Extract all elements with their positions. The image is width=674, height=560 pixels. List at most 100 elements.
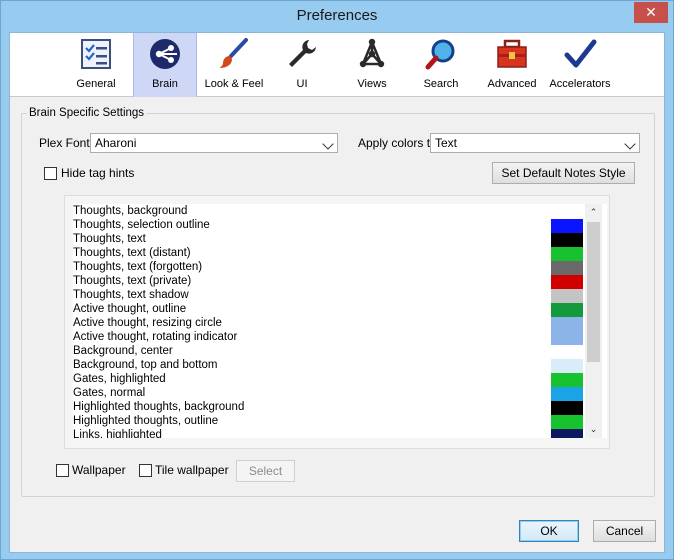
wallpaper-checkbox[interactable] <box>56 464 69 477</box>
list-item-label: Thoughts, text (distant) <box>73 247 191 259</box>
list-item[interactable]: Highlighted thoughts, background <box>73 401 607 415</box>
color-swatch[interactable] <box>551 317 583 331</box>
group-title: Brain Specific Settings <box>27 107 147 119</box>
tab-brain[interactable]: Brain <box>133 33 197 97</box>
list-item-label: Thoughts, background <box>73 205 188 217</box>
list-item-label: Active thought, rotating indicator <box>73 331 238 343</box>
tile-wallpaper-checkbox[interactable] <box>139 464 152 477</box>
checklist-icon <box>81 39 111 69</box>
list-item[interactable]: Gates, normal <box>73 387 607 401</box>
list-item-label: Highlighted thoughts, background <box>73 401 245 413</box>
wrench-icon <box>289 40 316 67</box>
list-item[interactable]: Highlighted thoughts, outline <box>73 415 607 429</box>
color-swatch[interactable] <box>551 303 583 317</box>
list-item-label: Background, center <box>73 345 173 357</box>
color-swatch[interactable] <box>551 373 583 387</box>
color-swatch[interactable] <box>551 359 583 373</box>
list-item-label: Thoughts, text <box>73 233 146 245</box>
list-item[interactable]: Thoughts, text (distant) <box>73 247 607 261</box>
color-swatch[interactable] <box>551 205 583 219</box>
set-default-notes-style-button[interactable]: Set Default Notes Style <box>492 162 635 184</box>
tile-wallpaper-label: Tile wallpaper <box>155 463 229 477</box>
window-title: Preferences <box>296 7 378 24</box>
tab-ui-label: UI <box>296 78 308 90</box>
color-swatch[interactable] <box>551 387 583 401</box>
tab-brain-label: Brain <box>152 78 178 90</box>
list-item[interactable]: Gates, highlighted <box>73 373 607 387</box>
title-bar[interactable]: Preferences ✕ <box>1 1 673 31</box>
list-item-label: Active thought, outline <box>73 303 187 315</box>
list-item[interactable]: Thoughts, text (forgotten) <box>73 261 607 275</box>
list-item-label: Thoughts, selection outline <box>73 219 210 231</box>
color-swatch[interactable] <box>551 429 583 438</box>
list-item[interactable]: Active thought, resizing circle <box>73 317 607 331</box>
select-wallpaper-button[interactable]: Select <box>236 460 295 482</box>
list-item[interactable]: Thoughts, text shadow <box>73 289 607 303</box>
list-scrollbar[interactable]: ⌃ ⌄ <box>585 204 602 438</box>
list-item-label: Thoughts, text (forgotten) <box>73 261 203 273</box>
tab-search[interactable]: Search <box>410 33 472 97</box>
list-item-label: Highlighted thoughts, outline <box>73 415 219 427</box>
chevron-up-icon: ⌃ <box>589 207 598 217</box>
apply-colors-value: Text <box>435 136 458 150</box>
hide-tag-hints-checkbox[interactable] <box>44 167 57 180</box>
toolbox-icon <box>497 39 527 68</box>
tab-views[interactable]: Views <box>341 33 403 97</box>
list-item[interactable]: Thoughts, text <box>73 233 607 247</box>
tab-accelerators[interactable]: Accelerators <box>546 33 614 97</box>
apply-colors-select[interactable]: Text <box>430 133 640 153</box>
plex-font-label: Plex Font <box>39 136 90 150</box>
tab-general[interactable]: General <box>66 33 126 97</box>
list-item[interactable]: Background, center <box>73 345 607 359</box>
list-item-label: Gates, normal <box>73 387 146 399</box>
color-settings-list: Thoughts, background Thoughts, selection … <box>64 195 610 449</box>
ok-button[interactable]: OK <box>519 520 579 542</box>
list-item-label: Links, highlighted <box>73 429 162 438</box>
dialog-client-area: General Brain Look & Feel UI Views Searc… <box>9 32 665 553</box>
list-item[interactable]: Thoughts, text (private) <box>73 275 607 289</box>
scroll-up-button[interactable]: ⌃ <box>585 204 602 221</box>
color-swatch[interactable] <box>551 233 583 247</box>
list-item[interactable]: Active thought, outline <box>73 303 607 317</box>
color-swatch[interactable] <box>551 415 583 429</box>
list-item[interactable]: Thoughts, background <box>73 205 607 219</box>
chevron-down-icon: ⌄ <box>589 424 598 434</box>
tab-ui[interactable]: UI <box>272 33 332 97</box>
brain-icon <box>150 39 180 69</box>
list-item[interactable]: Links, highlighted <box>73 429 607 438</box>
tab-general-label: General <box>76 78 116 90</box>
list-item[interactable]: Active thought, rotating indicator <box>73 331 607 345</box>
tab-advanced[interactable]: Advanced <box>480 33 544 97</box>
hide-tag-hints-label: Hide tag hints <box>61 166 135 180</box>
color-swatch[interactable] <box>551 247 583 261</box>
cancel-button[interactable]: Cancel <box>593 520 656 542</box>
color-swatch[interactable] <box>551 219 583 233</box>
magnifier-icon <box>425 39 455 70</box>
color-swatch[interactable] <box>551 261 583 275</box>
list-item-label: Active thought, resizing circle <box>73 317 222 329</box>
chevron-down-icon <box>322 138 334 150</box>
list-item-label: Background, top and bottom <box>73 359 218 371</box>
tab-search-label: Search <box>423 78 459 90</box>
tab-advanced-label: Advanced <box>487 78 537 90</box>
list-item[interactable]: Thoughts, selection outline <box>73 219 607 233</box>
checkmark-icon <box>564 39 597 68</box>
preferences-window: Preferences ✕ General Brain Look & Feel … <box>0 0 674 560</box>
apply-colors-label: Apply colors to <box>358 136 437 150</box>
tab-look-and-feel[interactable]: Look & Feel <box>201 33 267 97</box>
scroll-down-button[interactable]: ⌄ <box>585 421 602 438</box>
plex-font-select[interactable]: Aharoni <box>90 133 338 153</box>
color-swatch[interactable] <box>551 331 583 345</box>
color-swatch[interactable] <box>551 289 583 303</box>
close-button[interactable]: ✕ <box>634 2 668 23</box>
color-swatch[interactable] <box>551 345 583 359</box>
list-item[interactable]: Background, top and bottom <box>73 359 607 373</box>
list-item-label: Thoughts, text shadow <box>73 289 189 301</box>
network-icon <box>359 38 385 68</box>
wallpaper-label: Wallpaper <box>72 463 126 477</box>
tab-accelerators-label: Accelerators <box>549 78 611 90</box>
color-swatch[interactable] <box>551 275 583 289</box>
scroll-thumb[interactable] <box>587 222 600 362</box>
color-swatch[interactable] <box>551 401 583 415</box>
color-settings-list-content: Thoughts, background Thoughts, selection … <box>73 204 607 438</box>
